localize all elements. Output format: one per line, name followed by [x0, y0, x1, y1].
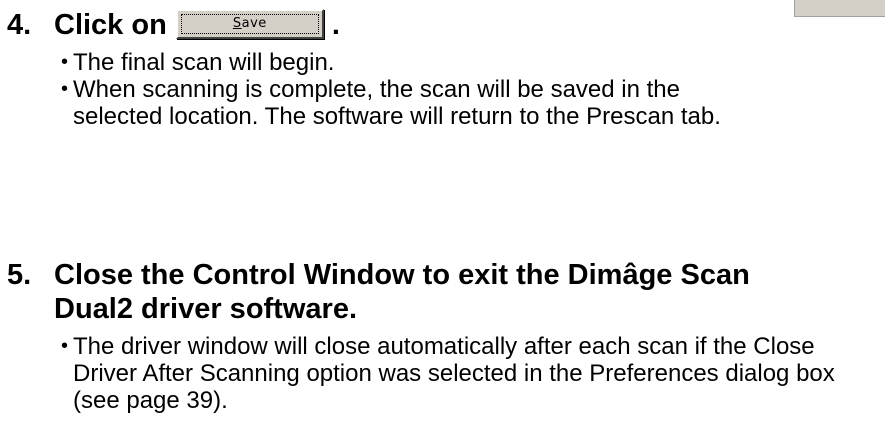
save-button-label: Save — [180, 14, 319, 34]
list-item: • The final scan will begin. — [0, 49, 885, 76]
step-5-heading-text-1: Close the Control Window to exit the Dim… — [54, 259, 750, 291]
step-4-number: 4. — [7, 9, 32, 41]
bullet-text: The driver window will close automatical… — [73, 333, 835, 414]
save-button-label-rest: ave — [241, 16, 267, 31]
bullet-icon: • — [61, 51, 69, 73]
step-4: 4. Click on Save . • The final scan will… — [0, 8, 885, 130]
step-5-bullets: • The driver window will close automatic… — [0, 333, 885, 414]
step-4-bullets: • The final scan will begin. • When scan… — [0, 49, 885, 130]
save-button[interactable]: Save — [175, 9, 324, 39]
step-4-heading-suffix: . — [331, 9, 340, 41]
step-5-heading-text-2: Dual2 driver software. — [54, 293, 357, 325]
manual-page: 4. Click on Save . • The final scan will… — [0, 0, 885, 441]
step-5: 5. Close the Control Window to exit the … — [0, 258, 885, 414]
save-button-mnemonic: S — [232, 16, 242, 31]
step-4-heading: 4. Click on Save . — [0, 8, 885, 42]
bullet-icon: • — [61, 335, 69, 357]
bullet-text: The final scan will begin. — [73, 49, 335, 76]
bullet-text: When scanning is complete, the scan will… — [73, 76, 721, 130]
list-item: • The driver window will close automatic… — [0, 333, 885, 414]
bullet-icon: • — [61, 78, 69, 100]
step-5-heading-line-1: 5. Close the Control Window to exit the … — [0, 258, 750, 292]
step-4-heading-prefix: Click on — [54, 9, 167, 41]
step-5-number: 5. — [7, 259, 32, 291]
list-item: • When scanning is complete, the scan wi… — [0, 76, 885, 130]
step-5-heading-line-2: Dual2 driver software. — [0, 292, 357, 326]
step-5-heading: 5. Close the Control Window to exit the … — [0, 258, 885, 326]
